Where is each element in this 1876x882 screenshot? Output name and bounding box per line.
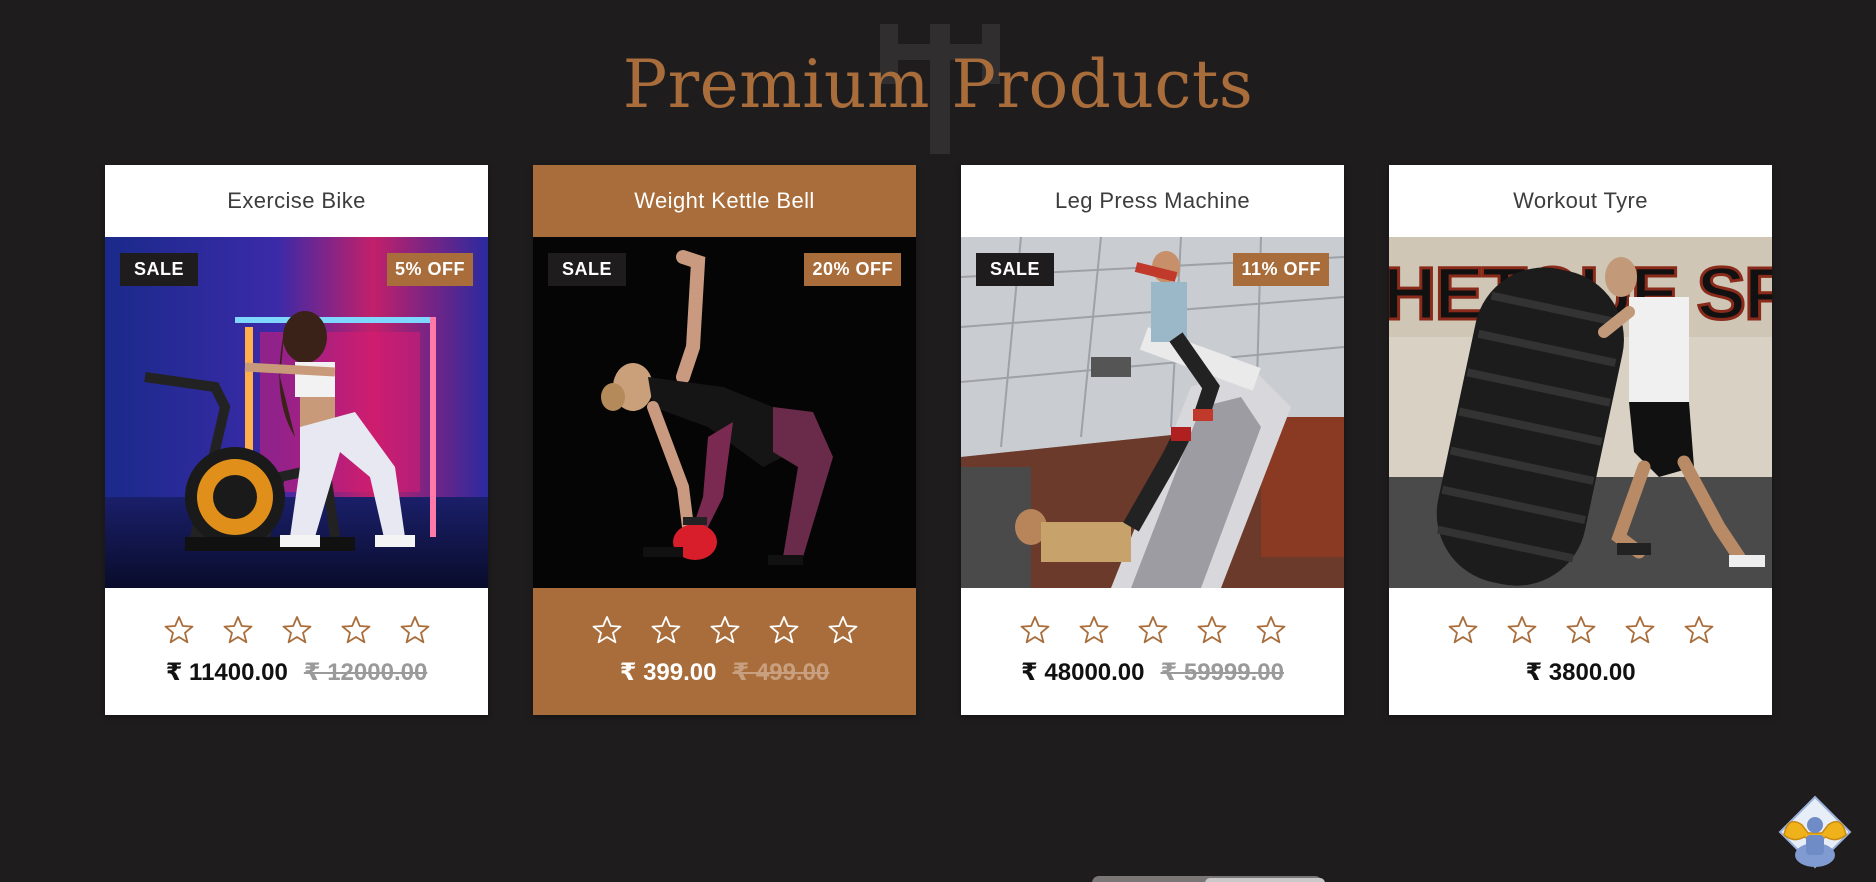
star-outline-icon[interactable] [163, 614, 195, 646]
original-price: ₹ 12000.00 [303, 659, 428, 686]
original-price: ₹ 59999.00 [1160, 659, 1284, 686]
product-card[interactable]: Weight Kettle Bell SALE 20% OFF ₹ 399.00… [533, 165, 916, 715]
price-row: ₹ 48000.00 ₹ 59999.00 [1021, 658, 1284, 687]
product-name[interactable]: Workout Tyre [1389, 165, 1772, 237]
workout-tyre-image: HETOUE SPOT [1389, 237, 1772, 588]
product-image[interactable]: HETOUE SPOT [1389, 237, 1772, 588]
star-outline-icon[interactable] [768, 614, 800, 646]
current-price: ₹ 3800.00 [1525, 659, 1636, 686]
star-outline-icon[interactable] [1683, 614, 1715, 646]
star-outline-icon[interactable] [1196, 614, 1228, 646]
product-card[interactable]: Workout Tyre HETOUE SPOT [1389, 165, 1772, 715]
product-footer: ₹ 48000.00 ₹ 59999.00 [961, 588, 1344, 715]
star-outline-icon[interactable] [340, 614, 372, 646]
rating-stars [1019, 614, 1287, 646]
current-price: ₹ 48000.00 [1021, 659, 1145, 686]
product-name[interactable]: Weight Kettle Bell [533, 165, 916, 237]
star-outline-icon[interactable] [1255, 614, 1287, 646]
product-name[interactable]: Leg Press Machine [961, 165, 1344, 237]
exercise-bike-image [105, 237, 488, 588]
sale-badge: SALE [120, 253, 199, 286]
star-outline-icon[interactable] [1624, 614, 1656, 646]
star-outline-icon[interactable] [1078, 614, 1110, 646]
price-row: ₹ 3800.00 [1525, 658, 1635, 687]
current-price: ₹ 11400.00 [165, 659, 288, 686]
page: Premium Products Exercise Bike SALE 5% O… [0, 0, 1876, 882]
star-outline-icon[interactable] [1565, 614, 1597, 646]
product-image[interactable]: SALE 20% OFF [533, 237, 916, 588]
bodybuilder-icon[interactable] [1778, 795, 1852, 869]
star-outline-icon[interactable] [399, 614, 431, 646]
rating-stars [163, 614, 431, 646]
product-image[interactable]: SALE 5% OFF [105, 237, 488, 588]
star-outline-icon[interactable] [591, 614, 623, 646]
section-title: Premium Products [622, 46, 1254, 123]
star-outline-icon[interactable] [281, 614, 313, 646]
product-card[interactable]: Leg Press Machine SALE 11% OFF ₹ 48000.0… [961, 165, 1344, 715]
star-outline-icon[interactable] [222, 614, 254, 646]
star-outline-icon[interactable] [1506, 614, 1538, 646]
rating-stars [1447, 614, 1715, 646]
sale-badge: SALE [548, 253, 627, 286]
discount-badge: 5% OFF [386, 253, 473, 286]
scroll-indicator-thumb [1205, 878, 1325, 882]
star-outline-icon[interactable] [1447, 614, 1479, 646]
original-price: ₹ 499.00 [732, 659, 830, 686]
star-outline-icon[interactable] [650, 614, 682, 646]
price-row: ₹ 11400.00 ₹ 12000.00 [166, 658, 428, 687]
product-footer: ₹ 399.00 ₹ 499.00 [533, 588, 916, 715]
price-row: ₹ 399.00 ₹ 499.00 [620, 658, 830, 687]
star-outline-icon[interactable] [1137, 614, 1169, 646]
leg-press-image [961, 237, 1344, 588]
product-card[interactable]: Exercise Bike SALE 5% OFF ₹ 11400.00 ₹ 1… [105, 165, 488, 715]
sale-badge: SALE [976, 253, 1055, 286]
product-footer: ₹ 11400.00 ₹ 12000.00 [105, 588, 488, 715]
product-footer: ₹ 3800.00 [1389, 588, 1772, 715]
kettle-bell-image [533, 237, 916, 588]
discount-badge: 20% OFF [804, 253, 901, 286]
product-grid: Exercise Bike SALE 5% OFF ₹ 11400.00 ₹ 1… [105, 165, 1772, 715]
star-outline-icon[interactable] [1019, 614, 1051, 646]
product-image[interactable]: SALE 11% OFF [961, 237, 1344, 588]
rating-stars [591, 614, 859, 646]
star-outline-icon[interactable] [827, 614, 859, 646]
discount-badge: 11% OFF [1233, 253, 1329, 286]
star-outline-icon[interactable] [709, 614, 741, 646]
current-price: ₹ 399.00 [619, 659, 717, 686]
product-name[interactable]: Exercise Bike [105, 165, 488, 237]
